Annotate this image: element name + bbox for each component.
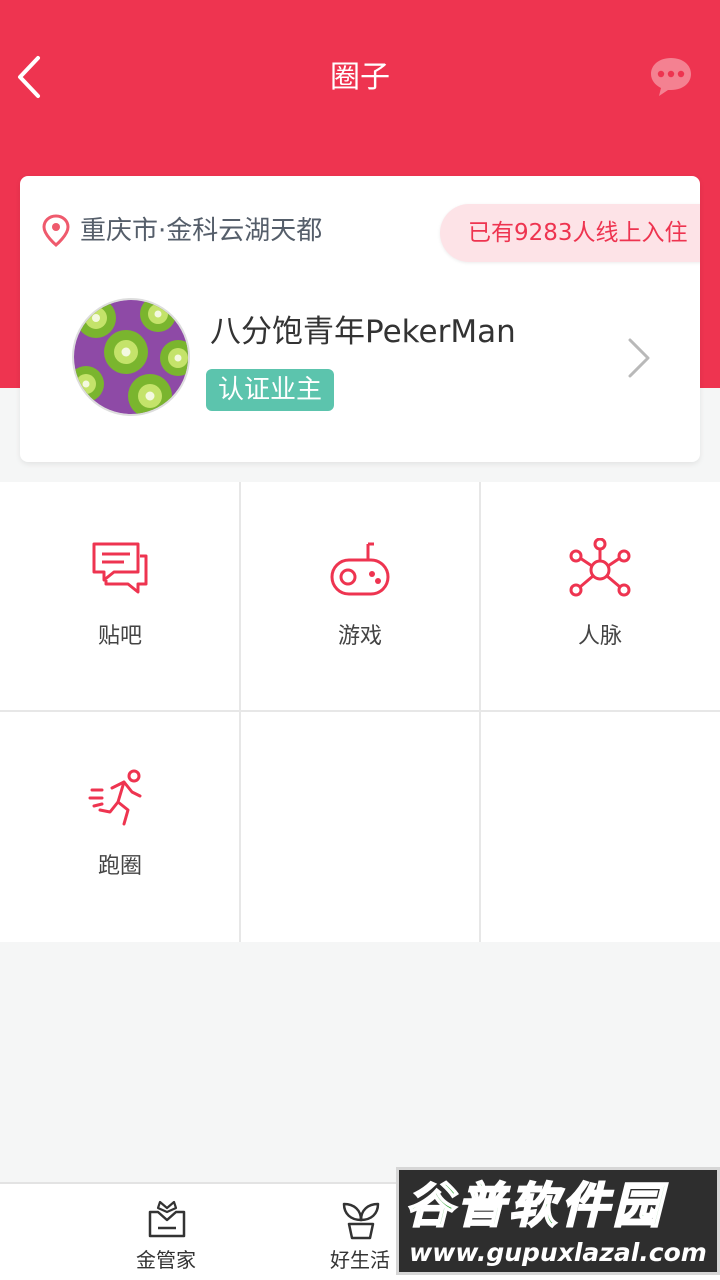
feature-grid: 贴吧 游戏 人脉 跑圈 [0, 482, 720, 942]
grid-item-empty [480, 712, 720, 942]
tab-label: 金管家 [136, 1248, 196, 1272]
watermark-url: www.gupuxlazal.com [409, 1238, 707, 1267]
location-pin-icon [42, 214, 70, 247]
watermark-brand: 谷普软件园 [404, 1177, 666, 1235]
tab-jinguanjia[interactable]: 金管家 [106, 1184, 226, 1280]
network-icon [569, 538, 631, 597]
gift-box-icon [148, 1200, 186, 1238]
runner-icon [88, 769, 142, 826]
radio-game-icon [330, 542, 390, 596]
verified-owner-badge: 认证业主 [206, 369, 335, 411]
grid-item-network[interactable]: 人脉 [480, 482, 720, 712]
grid-item-label: 贴吧 [97, 624, 142, 649]
kiwi-avatar-image [74, 300, 188, 414]
message-button[interactable] [648, 54, 694, 100]
grid-divider [479, 482, 481, 942]
grid-item-games[interactable]: 游戏 [240, 482, 480, 712]
avatar[interactable] [72, 298, 190, 416]
grid-item-label: 游戏 [337, 624, 382, 649]
grid-divider [239, 482, 241, 942]
watermark-logo: 谷普软件园 www.gupuxlazal.com [396, 1167, 720, 1275]
resident-count-badge: 已有9283人线上入住 [440, 204, 700, 262]
sprout-icon [342, 1202, 380, 1240]
grid-item-running[interactable]: 跑圈 [0, 712, 240, 942]
grid-item-label: 跑圈 [97, 854, 142, 879]
chevron-right-icon[interactable] [624, 336, 652, 380]
page-title: 圈子 [330, 60, 390, 95]
chat-bubbles-icon [92, 542, 148, 594]
community-card[interactable]: 重庆市·金科云湖天都 已有9283人线上入住 八分饱青年PekerMan 认证业… [20, 176, 700, 462]
chat-bubble-icon [651, 58, 691, 96]
location-text: 重庆市·金科云湖天都 [80, 216, 323, 246]
grid-item-label: 人脉 [577, 624, 622, 649]
grid-item-tieba[interactable]: 贴吧 [0, 482, 240, 712]
grid-item-empty [240, 712, 480, 942]
user-name: 八分饱青年PekerMan [210, 314, 516, 350]
grid-divider [0, 710, 720, 712]
